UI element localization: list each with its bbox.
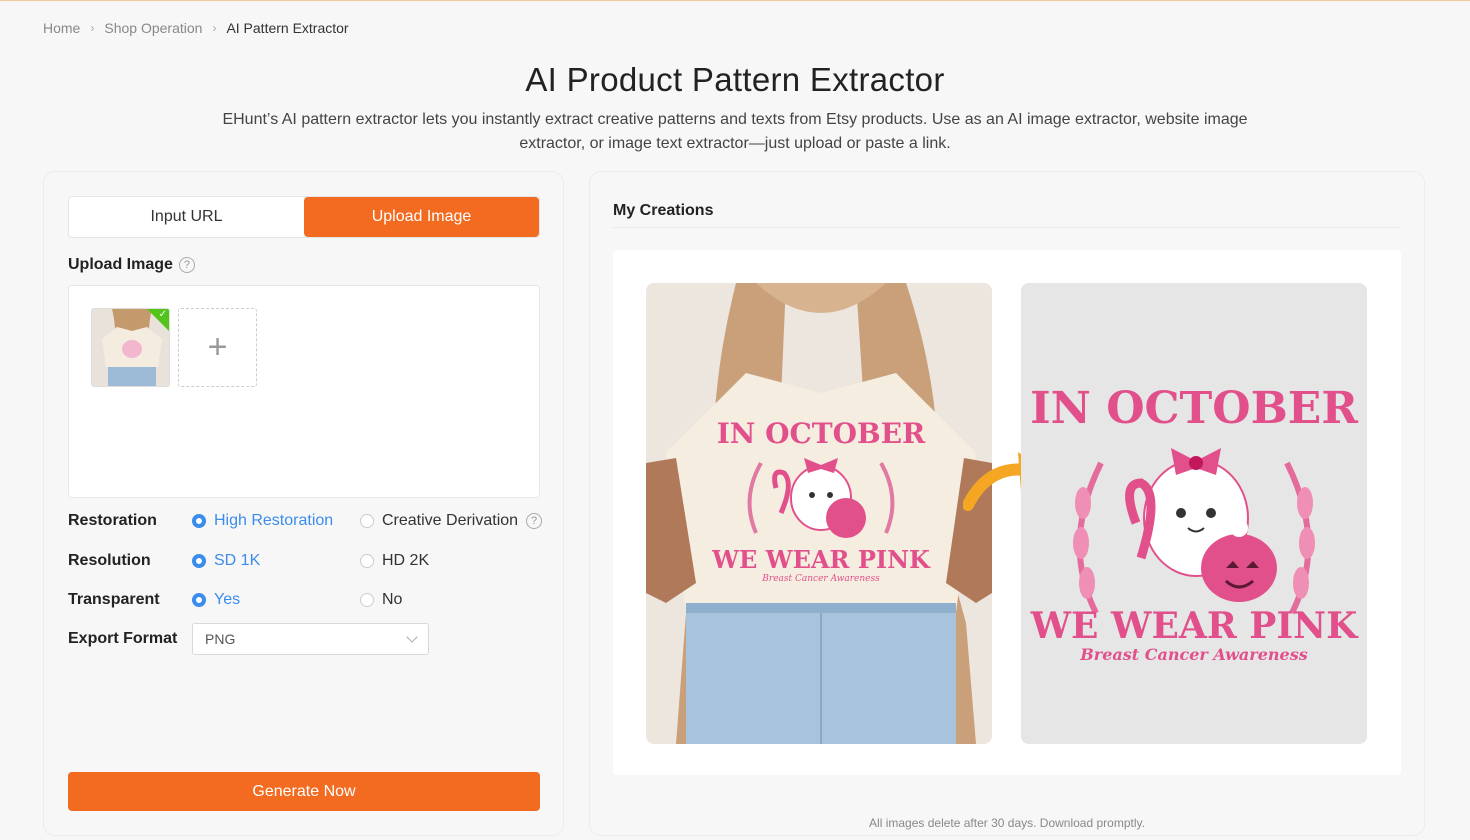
radio-high-restoration[interactable]: High Restoration xyxy=(192,512,360,530)
check-icon: ✓ xyxy=(158,309,167,320)
upload-image-label: Upload Image xyxy=(68,256,173,273)
chevron-down-icon xyxy=(406,631,418,643)
creation-showcase: IN OCTOBER WE WEAR PINK Breast Cancer Aw… xyxy=(613,250,1401,775)
radio-label: Creative Derivation xyxy=(382,512,519,529)
help-icon[interactable]: ? xyxy=(178,257,195,273)
page-description: EHunt’s AI pattern extractor lets you in… xyxy=(222,111,1248,152)
radio-dot-icon xyxy=(192,593,206,607)
chevron-right-icon: › xyxy=(212,21,217,35)
transparent-label: Transparent xyxy=(68,591,160,608)
extracted-pattern-artwork: IN OCTOBER WE WEAR PINK Breast Cancer Aw… xyxy=(1021,283,1367,744)
upload-image-heading: Upload Image ? xyxy=(68,256,195,274)
breadcrumb: Home › Shop Operation › AI Pattern Extra… xyxy=(43,20,349,36)
resolution-label: Resolution xyxy=(68,552,151,569)
tab-upload-image[interactable]: Upload Image xyxy=(304,197,539,237)
help-icon[interactable]: ? xyxy=(526,513,543,529)
divider xyxy=(613,227,1401,228)
upload-area[interactable]: ✓ + xyxy=(68,285,540,498)
breadcrumb-current: AI Pattern Extractor xyxy=(226,20,349,36)
shirt-text-top: IN OCTOBER xyxy=(717,417,926,450)
radio-label: No xyxy=(382,591,403,608)
retention-notice: All images delete after 30 days. Downloa… xyxy=(869,816,1145,830)
radio-label: HD 2K xyxy=(382,552,430,569)
pattern-text-top: IN OCTOBER xyxy=(1030,383,1358,434)
breadcrumb-shop-operation[interactable]: Shop Operation xyxy=(104,20,202,36)
generate-now-button[interactable]: Generate Now xyxy=(68,772,540,811)
export-format-value: PNG xyxy=(205,631,236,647)
radio-creative-derivation[interactable]: Creative Derivation ? xyxy=(360,512,543,530)
radio-sd-1k[interactable]: SD 1K xyxy=(192,552,360,570)
shirt-text-middle: WE WEAR PINK xyxy=(711,545,931,574)
uploaded-image-thumbnail[interactable]: ✓ xyxy=(91,308,170,387)
shirt-text-bottom: Breast Cancer Awareness xyxy=(761,574,880,584)
chevron-right-icon: › xyxy=(90,21,95,35)
transparent-row: Transparent Yes No xyxy=(68,588,402,612)
restoration-label: Restoration xyxy=(68,512,157,529)
radio-label: SD 1K xyxy=(214,552,261,569)
my-creations-title: My Creations xyxy=(613,202,714,219)
add-image-button[interactable]: + xyxy=(178,308,257,387)
radio-hd-2k[interactable]: HD 2K xyxy=(360,552,429,570)
radio-no[interactable]: No xyxy=(360,591,402,609)
radio-dot-icon xyxy=(192,554,206,568)
settings-panel: Input URL Upload Image Upload Image ? ✓ … xyxy=(43,171,564,836)
radio-dot-icon xyxy=(360,593,374,607)
creations-panel: My Creations IN OCTOBER WE WEAR PINK Bre… xyxy=(589,171,1425,836)
radio-dot-icon xyxy=(360,554,374,568)
input-mode-tabs: Input URL Upload Image xyxy=(68,196,540,238)
export-format-select[interactable]: PNG xyxy=(192,623,429,655)
pattern-text-bottom: Breast Cancer Awareness xyxy=(1079,645,1307,664)
restoration-row: Restoration High Restoration Creative De… xyxy=(68,509,543,533)
extracted-pattern-image[interactable]: IN OCTOBER WE WEAR PINK Breast Cancer Aw… xyxy=(1021,283,1367,744)
radio-dot-icon xyxy=(360,514,374,528)
breadcrumb-home[interactable]: Home xyxy=(43,20,80,36)
woman-tshirt-photo: IN OCTOBER WE WEAR PINK Breast Cancer Aw… xyxy=(646,283,992,744)
radio-label: Yes xyxy=(214,591,241,608)
export-format-label: Export Format xyxy=(68,630,178,647)
resolution-row: Resolution SD 1K HD 2K xyxy=(68,549,429,573)
pattern-text-middle: WE WEAR PINK xyxy=(1030,605,1359,647)
radio-yes[interactable]: Yes xyxy=(192,591,360,609)
page-title: AI Product Pattern Extractor xyxy=(525,61,945,98)
radio-label: High Restoration xyxy=(214,512,334,529)
plus-icon: + xyxy=(207,328,228,366)
original-product-image[interactable]: IN OCTOBER WE WEAR PINK Breast Cancer Aw… xyxy=(646,283,992,744)
radio-dot-icon xyxy=(192,514,206,528)
tab-input-url[interactable]: Input URL xyxy=(69,197,304,237)
export-format-row: Export Format PNG xyxy=(68,623,429,655)
